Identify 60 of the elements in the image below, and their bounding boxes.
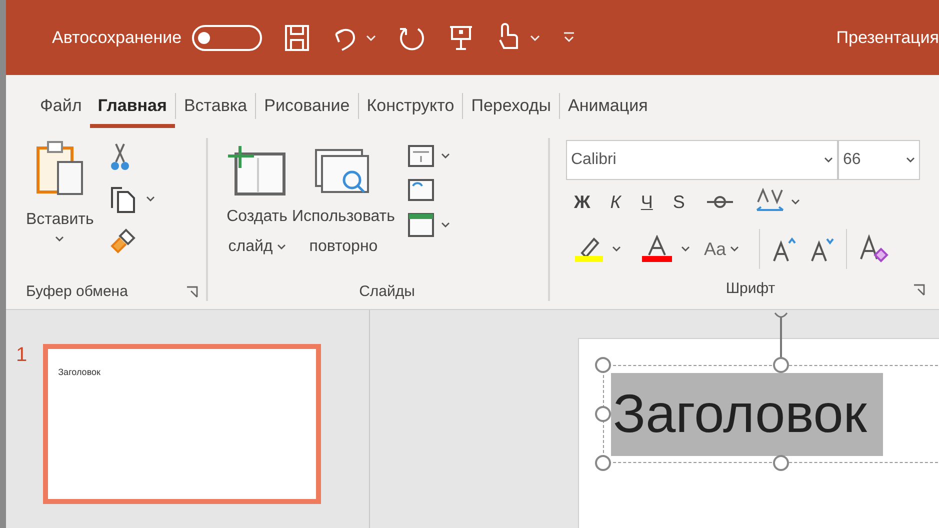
bold-button[interactable]: Ж (574, 188, 590, 216)
caret-icon[interactable] (906, 157, 915, 163)
caret-icon[interactable] (681, 246, 690, 252)
reset-icon[interactable] (406, 178, 435, 202)
caret-icon[interactable] (790, 199, 800, 205)
clear-formatting-icon[interactable] (857, 233, 890, 265)
font-name-field[interactable]: Calibri (566, 140, 838, 180)
resize-handle[interactable] (595, 455, 611, 471)
group-label: Слайды (359, 282, 415, 302)
ribbon-tab[interactable]: Переходы (463, 84, 559, 128)
resize-handle[interactable] (773, 455, 789, 471)
thumbnail-title: Заголовок (58, 367, 100, 377)
reuse-slides-button[interactable]: Использовать повторно (292, 144, 395, 280)
shadow-button[interactable]: S (672, 188, 685, 216)
save-icon[interactable] (284, 24, 310, 52)
paste-button[interactable]: Вставить (26, 140, 94, 280)
caret-icon[interactable] (824, 157, 833, 163)
font-color-icon[interactable] (641, 235, 673, 263)
change-case-button[interactable]: Aa (704, 236, 740, 262)
grow-font-icon[interactable] (770, 235, 798, 263)
new-slide-icon (226, 144, 288, 198)
caret-icon[interactable] (276, 244, 286, 250)
caret-icon[interactable] (612, 246, 621, 252)
ribbon-tab[interactable]: Рисование (256, 84, 358, 128)
caret-icon[interactable] (55, 236, 64, 242)
italic-button[interactable]: К (610, 188, 621, 216)
slide-thumbnail[interactable]: Заголовок (43, 344, 322, 504)
resize-handle[interactable] (595, 406, 611, 422)
caret-icon[interactable] (440, 222, 450, 228)
ribbon-tab[interactable]: Конструкто (358, 84, 462, 128)
slide-number: 1 (16, 343, 28, 368)
slide-title[interactable]: Заголовок (611, 373, 883, 456)
scissors-icon[interactable] (110, 142, 130, 172)
caret-icon[interactable] (440, 153, 450, 159)
autosave-label: Автосохранение (52, 26, 182, 49)
caret-icon[interactable] (730, 246, 740, 252)
resize-handle[interactable] (773, 357, 789, 373)
document-title: Презентация (836, 26, 939, 49)
caret-icon[interactable] (146, 196, 155, 202)
underline-button[interactable]: Ч (640, 188, 653, 216)
group-label: Шрифт (726, 279, 776, 300)
ribbon-tab[interactable]: Файл (32, 84, 90, 128)
copy-icon[interactable] (110, 184, 138, 214)
autosave-toggle[interactable] (192, 24, 262, 50)
presentation-icon[interactable] (448, 24, 474, 52)
format-painter-icon[interactable] (110, 226, 138, 254)
resize-handle[interactable] (595, 357, 611, 373)
highlighter-icon[interactable] (574, 235, 604, 263)
strikethrough-icon[interactable] (704, 194, 735, 210)
new-slide-button[interactable]: Создать слайд (226, 144, 288, 280)
font-size-field[interactable]: 66 (838, 140, 920, 180)
ribbon-tab[interactable]: Анимация (560, 84, 656, 128)
group-label: Буфер обмена (26, 282, 128, 302)
dialog-launcher-icon[interactable] (913, 284, 925, 296)
layout-icon[interactable] (406, 144, 435, 168)
dialog-launcher-icon[interactable] (186, 286, 198, 298)
clipboard-icon (34, 140, 86, 198)
section-icon[interactable] (406, 212, 435, 238)
ribbon-tab[interactable]: Вставка (176, 84, 256, 128)
customize-icon[interactable] (562, 30, 576, 44)
